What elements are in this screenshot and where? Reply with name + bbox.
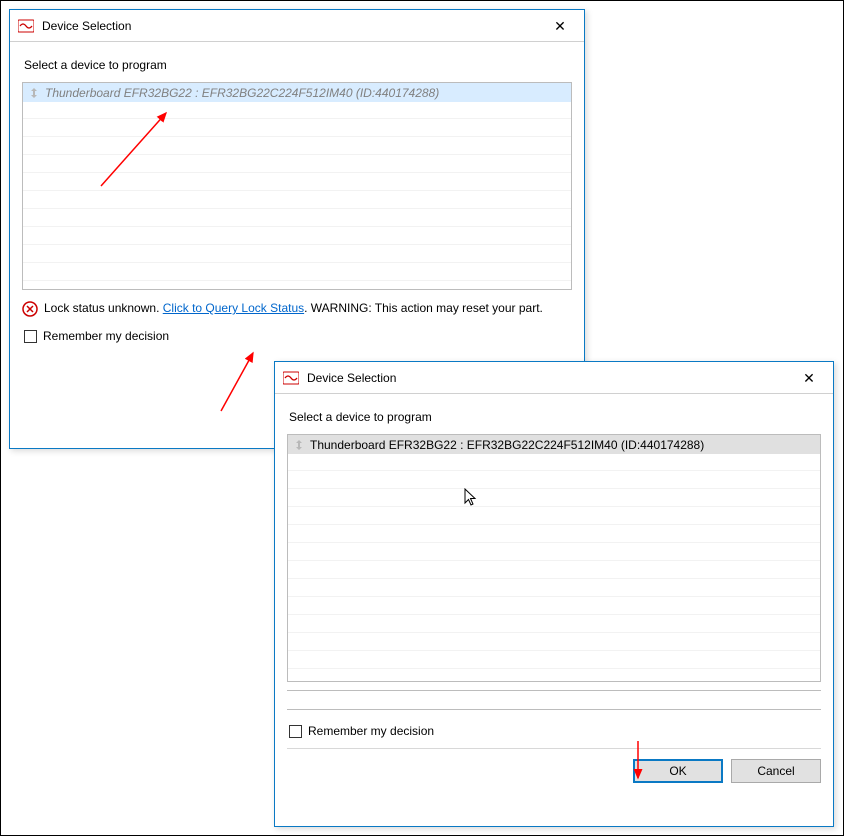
remember-row: Remember my decision: [24, 329, 572, 343]
remember-checkbox[interactable]: [24, 330, 37, 343]
prompt-label: Select a device to program: [24, 58, 572, 72]
filter-input[interactable]: [287, 690, 821, 710]
dialog-title: Device Selection: [42, 19, 542, 33]
remember-label[interactable]: Remember my decision: [43, 329, 169, 343]
lock-status-row: Lock status unknown. Click to Query Lock…: [22, 300, 572, 317]
ok-label: OK: [669, 764, 686, 778]
remember-row: Remember my decision: [289, 724, 821, 738]
app-icon: [18, 18, 34, 34]
status-suffix: . WARNING: This action may reset your pa…: [304, 301, 543, 315]
device-icon: [27, 86, 41, 100]
device-row-label: Thunderboard EFR32BG22 : EFR32BG22C224F5…: [45, 86, 439, 100]
status-prefix: Lock status unknown.: [44, 301, 163, 315]
dialog-title: Device Selection: [307, 371, 791, 385]
titlebar[interactable]: Device Selection ✕: [10, 10, 584, 42]
close-button[interactable]: ✕: [542, 13, 578, 39]
app-icon: [283, 370, 299, 386]
device-icon: [292, 438, 306, 452]
device-row[interactable]: Thunderboard EFR32BG22 : EFR32BG22C224F5…: [288, 435, 820, 454]
cancel-label: Cancel: [757, 764, 794, 778]
device-selection-dialog-2: Device Selection ✕ Select a device to pr…: [274, 361, 834, 827]
prompt-label: Select a device to program: [289, 410, 821, 424]
close-button[interactable]: ✕: [791, 365, 827, 391]
close-icon: ✕: [554, 19, 566, 33]
error-icon: [22, 301, 38, 317]
device-list[interactable]: Thunderboard EFR32BG22 : EFR32BG22C224F5…: [22, 82, 572, 290]
device-list[interactable]: Thunderboard EFR32BG22 : EFR32BG22C224F5…: [287, 434, 821, 682]
device-row-label: Thunderboard EFR32BG22 : EFR32BG22C224F5…: [310, 438, 704, 452]
ok-button[interactable]: OK: [633, 759, 723, 783]
device-row[interactable]: Thunderboard EFR32BG22 : EFR32BG22C224F5…: [23, 83, 571, 102]
close-icon: ✕: [803, 371, 815, 385]
cancel-button[interactable]: Cancel: [731, 759, 821, 783]
lock-status-text: Lock status unknown. Click to Query Lock…: [44, 300, 572, 316]
remember-checkbox[interactable]: [289, 725, 302, 738]
titlebar[interactable]: Device Selection ✕: [275, 362, 833, 394]
button-row: OK Cancel: [287, 748, 821, 783]
query-lock-status-link[interactable]: Click to Query Lock Status: [163, 301, 304, 315]
remember-label[interactable]: Remember my decision: [308, 724, 434, 738]
